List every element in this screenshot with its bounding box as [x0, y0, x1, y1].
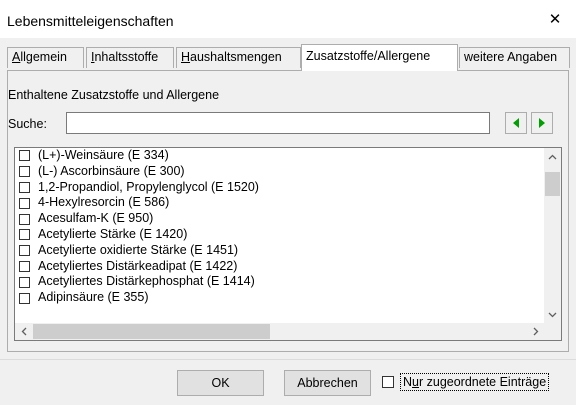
tab-weitere-angaben[interactable]: weitere Angaben: [459, 47, 570, 68]
footer-divider: [0, 359, 576, 360]
list-item[interactable]: Acetyliertes Distärkephosphat (E 1414): [15, 274, 544, 290]
triangle-right-icon: [539, 118, 545, 128]
filter-checkbox-label[interactable]: Nur zugeordnete Einträge: [400, 373, 550, 391]
checkbox[interactable]: [19, 276, 30, 288]
scroll-right-icon[interactable]: [527, 323, 544, 340]
close-button[interactable]: ✕: [540, 6, 570, 32]
vertical-scrollbar[interactable]: [544, 148, 561, 323]
scroll-corner: [544, 323, 561, 340]
list-item[interactable]: Adipinsäure (E 355): [15, 290, 544, 306]
scroll-up-icon[interactable]: [544, 148, 561, 165]
list-item[interactable]: Acetylierte Stärke (E 1420): [15, 227, 544, 243]
list-item[interactable]: (L-) Ascorbinsäure (E 300): [15, 164, 544, 180]
list-item[interactable]: Acetylierte oxidierte Stärke (E 1451): [15, 243, 544, 259]
checkbox[interactable]: [19, 292, 30, 304]
next-match-button[interactable]: [531, 112, 553, 134]
triangle-left-icon: [513, 118, 519, 128]
horizontal-scrollbar[interactable]: [15, 323, 544, 340]
tab-allgemein[interactable]: Allgemein: [7, 47, 84, 68]
scroll-down-icon[interactable]: [544, 306, 561, 323]
tab-haushaltsmengen[interactable]: Haushaltsmengen: [176, 47, 301, 68]
additives-list[interactable]: (L+)-Weinsäure (E 334) (L-) Ascorbinsäur…: [14, 147, 562, 341]
tab-zusatzstoffe-allergene[interactable]: Zusatzstoffe/Allergene: [301, 44, 458, 71]
list-item[interactable]: Acesulfam-K (E 950): [15, 211, 544, 227]
title-bar: Lebensmitteleigenschaften ✕: [0, 0, 576, 38]
checkbox[interactable]: [19, 213, 30, 225]
scroll-left-icon[interactable]: [15, 323, 32, 340]
checkbox[interactable]: [19, 260, 30, 272]
filter-checkbox[interactable]: [382, 376, 394, 388]
search-label: Suche:: [8, 117, 47, 131]
list-item[interactable]: 1,2-Propandiol, Propylenglycol (E 1520): [15, 180, 544, 196]
checkbox[interactable]: [19, 166, 30, 178]
ok-button[interactable]: OK: [177, 370, 264, 396]
list-item[interactable]: (L+)-Weinsäure (E 334): [15, 148, 544, 164]
tab-strip: Allgemein Inhaltsstoffe Haushaltsmengen …: [0, 44, 576, 71]
checkbox[interactable]: [19, 150, 30, 162]
checkbox[interactable]: [19, 197, 30, 209]
tab-inhaltsstoffe[interactable]: Inhaltsstoffe: [86, 47, 174, 68]
checkbox[interactable]: [19, 181, 30, 193]
horizontal-scroll-thumb[interactable]: [33, 324, 270, 339]
close-icon: ✕: [548, 11, 562, 28]
checkbox[interactable]: [19, 245, 30, 257]
cancel-button[interactable]: Abbrechen: [284, 370, 371, 396]
vertical-scroll-thumb[interactable]: [545, 172, 560, 196]
checkbox[interactable]: [19, 229, 30, 241]
previous-match-button[interactable]: [505, 112, 527, 134]
window-title: Lebensmitteleigenschaften: [7, 13, 174, 29]
search-input[interactable]: [66, 112, 490, 134]
section-label: Enthaltene Zusatzstoffe und Allergene: [8, 88, 220, 102]
list-item[interactable]: 4-Hexylresorcin (E 586): [15, 195, 544, 211]
list-item[interactable]: Acetyliertes Distärkeadipat (E 1422): [15, 259, 544, 275]
